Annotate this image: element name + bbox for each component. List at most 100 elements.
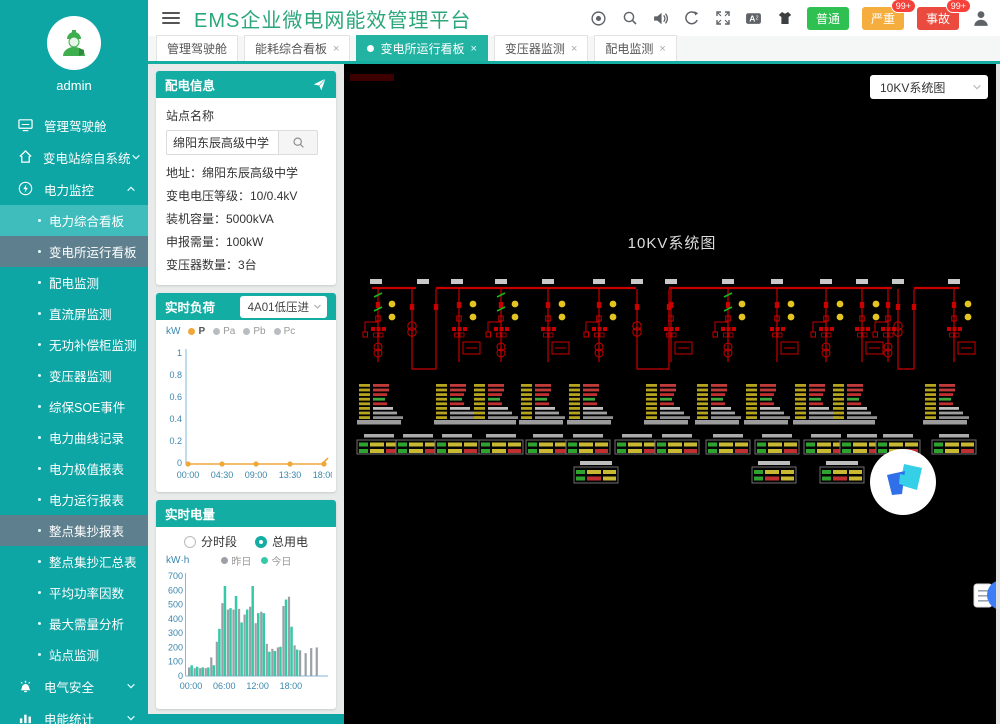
tab-管理驾驶舱[interactable]: 管理驾驶舱: [156, 35, 238, 61]
fullscreen-icon[interactable]: [714, 9, 732, 27]
load-feeder-select[interactable]: 4A01低压进: [240, 296, 327, 318]
theme-icon[interactable]: [776, 9, 794, 27]
measurement-column-3: [519, 384, 565, 425]
sidebar-subitem-电力曲线记录[interactable]: 电力曲线记录: [0, 422, 148, 453]
load-legend-P[interactable]: P: [188, 326, 205, 337]
sidebar-subitem-变压器监测[interactable]: 变压器监测: [0, 360, 148, 391]
collapse-menu-icon[interactable]: [162, 9, 180, 27]
transformer-temp-box-2[interactable]: [820, 461, 864, 483]
tab-close-icon[interactable]: ×: [333, 43, 339, 55]
single-line-diagram[interactable]: [344, 64, 1000, 723]
energy-legend: kW·h昨日今日: [156, 550, 336, 568]
sidebar-item-4[interactable]: 电能统计: [0, 702, 148, 724]
sidebar-subitem-电力运行报表[interactable]: 电力运行报表: [0, 484, 148, 515]
sidebar-item-2[interactable]: 电力监控: [0, 173, 148, 205]
sidebar-item-1[interactable]: 变电站综自系统: [0, 141, 148, 173]
feeder-5[interactable]: [664, 289, 692, 362]
bus-tie-0[interactable]: [408, 289, 438, 369]
scrollbar[interactable]: [996, 64, 1000, 724]
chevron-down-icon: [126, 681, 136, 691]
svg-text:0.8: 0.8: [169, 370, 182, 380]
sidebar-subitem-无功补偿柜监测[interactable]: 无功补偿柜监测: [0, 329, 148, 360]
sidebar-item-0[interactable]: 管理驾驶舱: [0, 109, 148, 141]
feeder-0[interactable]: [363, 289, 395, 362]
radio-分时段[interactable]: 分时段: [184, 533, 237, 550]
load-legend-Pc[interactable]: Pc: [274, 326, 296, 337]
feeder-3[interactable]: [541, 289, 569, 362]
status-box-0[interactable]: [357, 434, 401, 454]
sidebar-subitem-直流屏监测[interactable]: 直流屏监测: [0, 298, 148, 329]
sidebar-subitem-电力综合看板[interactable]: 电力综合看板: [0, 205, 148, 236]
sidebar-item-3[interactable]: 电气安全: [0, 670, 148, 702]
tab-配电监测[interactable]: 配电监测×: [594, 35, 676, 61]
tab-close-icon[interactable]: ×: [571, 43, 577, 55]
fontsize-icon[interactable]: A2: [745, 9, 763, 27]
diagram-select[interactable]: 10KV系统图: [870, 75, 988, 99]
sidebar-subitem-最大需量分析[interactable]: 最大需量分析: [0, 608, 148, 639]
load-legend-Pb[interactable]: Pb: [243, 326, 265, 337]
alarm-badge-普通[interactable]: 普通: [807, 7, 849, 30]
info-field-申报需量: 申报需量：100kW: [166, 231, 326, 254]
alarm-badge-严重[interactable]: 严重99+: [862, 7, 904, 30]
status-box-13[interactable]: [932, 434, 976, 454]
energy-legend-今日[interactable]: 今日: [261, 553, 291, 568]
status-box-6[interactable]: [615, 434, 659, 454]
transformer-temp-box-0[interactable]: [574, 461, 618, 483]
alarm-badge-事故[interactable]: 事故99+: [917, 7, 959, 30]
transformer-temp-box-1[interactable]: [752, 461, 796, 483]
sidebar-subitem-站点监测[interactable]: 站点监测: [0, 639, 148, 670]
tab-close-icon[interactable]: ×: [659, 43, 665, 55]
sidebar-menu: 管理驾驶舱变电站综自系统电力监控电力综合看板变电所运行看板配电监测直流屏监测无功…: [0, 109, 148, 724]
bottom-strip: [148, 714, 344, 724]
sidebar-subitem-电力极值报表[interactable]: 电力极值报表: [0, 453, 148, 484]
load-legend-Pa[interactable]: Pa: [213, 326, 235, 337]
site-search-button[interactable]: [278, 130, 318, 155]
status-box-8[interactable]: [706, 434, 750, 454]
target-icon[interactable]: [590, 9, 608, 27]
svg-text:0.2: 0.2: [169, 436, 182, 446]
status-box-4[interactable]: [526, 434, 570, 454]
sidebar-subitem-平均功率因数[interactable]: 平均功率因数: [0, 577, 148, 608]
energy-legend-昨日[interactable]: 昨日: [221, 553, 251, 568]
left-panel-column: 配电信息 站点名称: [148, 64, 344, 724]
feeder-11[interactable]: [947, 289, 975, 362]
status-box-9[interactable]: [755, 434, 799, 454]
tab-能耗综合看板[interactable]: 能耗综合看板×: [244, 35, 350, 61]
send-icon[interactable]: [312, 77, 327, 92]
sidebar-subitem-整点集抄报表[interactable]: 整点集抄报表: [0, 515, 148, 546]
bus-tie-2[interactable]: [894, 289, 916, 369]
sidebar-subitem-整点集抄汇总表[interactable]: 整点集抄汇总表: [0, 546, 148, 577]
svg-text:0.6: 0.6: [169, 392, 182, 402]
feeder-10[interactable]: [873, 289, 896, 362]
volume-icon[interactable]: [652, 9, 670, 27]
status-box-7[interactable]: [655, 434, 699, 454]
search-icon[interactable]: [621, 9, 639, 27]
refresh-icon[interactable]: [683, 9, 701, 27]
sidebar-subitem-变电所运行看板[interactable]: 变电所运行看板: [0, 236, 148, 267]
feeder-7[interactable]: [770, 289, 798, 362]
status-box-5[interactable]: [566, 434, 610, 454]
sidebar-subitem-配电监测[interactable]: 配电监测: [0, 267, 148, 298]
radio-总用电[interactable]: 总用电: [255, 533, 308, 550]
info-field-变压器数量: 变压器数量：3台: [166, 254, 326, 277]
status-box-1[interactable]: [396, 434, 440, 454]
user-icon[interactable]: [972, 9, 990, 27]
feeder-2[interactable]: [486, 289, 518, 362]
feeder-1[interactable]: [452, 289, 480, 362]
feeder-4[interactable]: [584, 289, 616, 362]
search-icon: [292, 136, 305, 149]
svg-text:18:00: 18:00: [313, 470, 332, 480]
feeder-9[interactable]: [855, 289, 883, 362]
tab-变电所运行看板[interactable]: 变电所运行看板×: [356, 35, 487, 61]
feeder-8[interactable]: [811, 289, 843, 362]
measurement-column-5: [644, 384, 690, 425]
avatar[interactable]: [47, 16, 101, 70]
status-box-3[interactable]: [479, 434, 523, 454]
tab-close-icon[interactable]: ×: [470, 43, 476, 55]
feeder-6[interactable]: [713, 289, 745, 362]
status-box-2[interactable]: [435, 434, 479, 454]
tab-变压器监测[interactable]: 变压器监测×: [494, 35, 588, 61]
badge-count: 99+: [891, 0, 916, 13]
site-name-input[interactable]: [166, 130, 278, 155]
sidebar-subitem-综保SOE事件[interactable]: 综保SOE事件: [0, 391, 148, 422]
